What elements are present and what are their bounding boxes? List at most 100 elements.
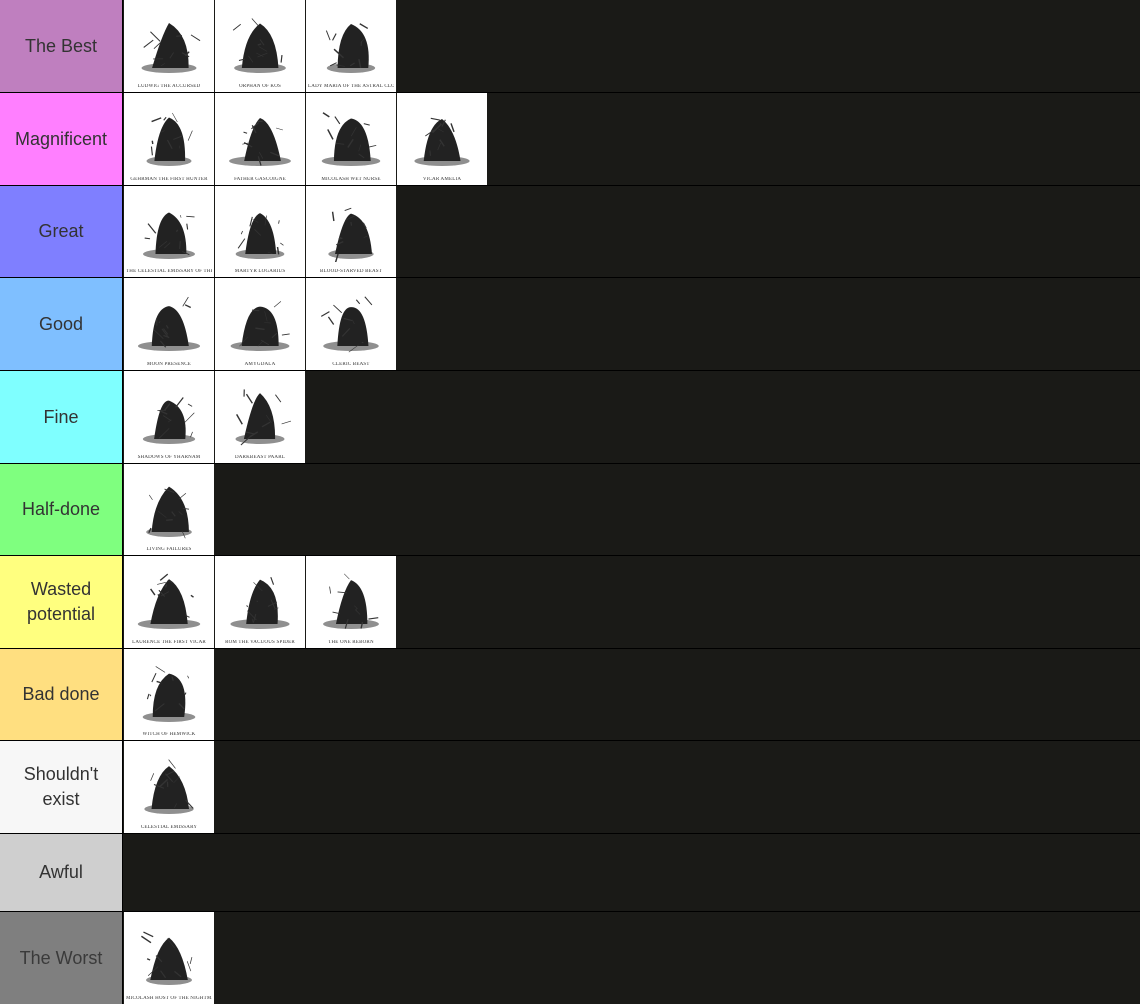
tier-item-card[interactable]: Celestial Emissary <box>124 741 214 833</box>
tier-label[interactable]: The Best <box>0 0 123 92</box>
tier-item-card[interactable]: The Celestial Emissary of the Orphanage <box>124 186 214 277</box>
flaming-beast-icon <box>137 573 201 629</box>
orphan-icon <box>232 18 286 73</box>
tier-row: GreatThe Celestial Emissary of the Orpha… <box>0 186 1140 277</box>
tier-row: Magnificent Gehrman the First Hunter Fathe… <box>0 93 1140 185</box>
item-caption: Lady Maria of the Astral Clocktower <box>308 84 394 89</box>
tier-row: Good Moon Presence Amygdala Cleric Beast <box>0 278 1140 370</box>
tier-item-card[interactable]: Darkbeast Paarl <box>215 371 305 463</box>
tier-item-card[interactable]: Micolash Host of the Nightmare <box>124 912 214 1004</box>
tier-item-card[interactable]: Vicar Amelia <box>397 93 487 185</box>
item-caption: Laurence the First Vicar <box>132 640 206 645</box>
tier-label[interactable]: Magnificent <box>0 93 123 185</box>
tier-item-card[interactable]: Blood-Starved Beast <box>306 186 396 277</box>
tier-row: Wasted potential Laurence the First Vicar… <box>0 556 1140 648</box>
tier-item-card[interactable]: Shadows of Yharnam <box>124 371 214 463</box>
tier-item-card[interactable]: Gehrman the First Hunter <box>124 93 214 185</box>
tier-item-card[interactable]: Witch of Hemwick <box>124 649 214 740</box>
item-caption: Blood-Starved Beast <box>319 269 383 274</box>
item-caption: Martyr Logarius <box>234 269 286 274</box>
item-caption: The Celestial Emissary of the Orphanage <box>126 269 212 274</box>
tier-label[interactable]: The Worst <box>0 912 123 1004</box>
caged-head-figure-icon <box>141 931 193 985</box>
tier-row: Shouldn't exist Celestial Emissary <box>0 741 1140 833</box>
shadow-figures-icon <box>142 666 196 722</box>
spider-icon <box>230 301 290 351</box>
item-caption: Cleric Beast <box>332 362 370 367</box>
tentacle-icon <box>137 296 201 351</box>
tier-items-dropzone[interactable]: Witch of Hemwick <box>123 649 1140 740</box>
winged-creature-icon <box>321 112 381 166</box>
spider-icon <box>143 212 195 259</box>
tier-item-card[interactable]: Living Failures <box>124 464 214 555</box>
tier-label[interactable]: Half-done <box>0 464 123 555</box>
antlered-beast-icon <box>320 296 379 353</box>
hunter-scythe-icon <box>146 112 193 166</box>
hooded-trio-icon <box>142 397 196 444</box>
quadruped-icon <box>235 389 292 446</box>
tier-items-dropzone[interactable]: Moon Presence Amygdala Cleric Beast <box>123 278 1140 370</box>
tier-label[interactable]: Good <box>0 278 123 370</box>
tier-items-dropzone[interactable]: Micolash Host of the Nightmare <box>123 912 1140 1004</box>
robed-figure-icon <box>235 213 285 259</box>
tier-item-card[interactable]: Micolash Wet Nurse <box>306 93 396 185</box>
item-caption: Moon Presence <box>146 362 192 367</box>
tier-label[interactable]: Awful <box>0 834 123 911</box>
tier-item-card[interactable]: Cleric Beast <box>306 278 396 370</box>
tier-board: TiERMAKER The BestLudwig the AccursedOrp… <box>0 0 1140 1004</box>
item-caption: Ludwig the Accursed <box>137 84 201 89</box>
tier-items-dropzone[interactable]: Celestial Emissary <box>123 741 1140 833</box>
item-caption: The One Reborn <box>328 640 374 645</box>
item-caption: Orphan of Kos <box>238 84 282 89</box>
hunter-axe-icon <box>229 118 291 166</box>
beast-icon <box>414 117 470 166</box>
item-caption: Rom the Vacuous Spider <box>225 640 295 645</box>
tier-item-card[interactable]: Lady Maria of the Astral Clocktower <box>306 0 396 92</box>
tier-items-dropzone[interactable] <box>123 834 1140 911</box>
item-caption: Living Failures <box>146 547 192 552</box>
tier-row: Fine Shadows of Yharnam Darkbeast Paarl <box>0 371 1140 463</box>
item-caption: Celestial Emissary <box>140 825 198 830</box>
tier-row: Awful <box>0 834 1140 911</box>
tier-row: Bad done Witch of Hemwick <box>0 649 1140 740</box>
tier-items-dropzone[interactable]: Laurence the First Vicar Rom the Vacuous … <box>123 556 1140 648</box>
item-caption: Father Gascoigne <box>234 177 286 182</box>
item-caption: Amygdala <box>244 362 276 367</box>
item-caption: Darkbeast Paarl <box>234 455 286 460</box>
tier-item-card[interactable]: Martyr Logarius <box>215 186 305 277</box>
item-caption: Micolash Wet Nurse <box>321 177 381 182</box>
pile-icon <box>323 573 379 629</box>
tier-label[interactable]: Great <box>0 186 123 277</box>
throne-icon <box>325 23 376 73</box>
tier-items-dropzone[interactable]: Living Failures <box>123 464 1140 555</box>
tier-item-card[interactable]: The One Reborn <box>306 556 396 648</box>
sun-figure-icon <box>144 759 194 814</box>
beast-rider-icon <box>141 23 201 73</box>
item-caption: Vicar Amelia <box>422 177 462 182</box>
tier-items-dropzone[interactable]: The Celestial Emissary of the Orphanage M… <box>123 186 1140 277</box>
hunched-beast-icon <box>328 207 374 262</box>
tier-item-card[interactable]: Orphan of Kos <box>215 0 305 92</box>
mound-icon <box>146 486 192 539</box>
mound-icon <box>230 577 290 629</box>
tier-items-dropzone[interactable]: Shadows of Yharnam Darkbeast Paarl <box>123 371 1140 463</box>
tier-item-card[interactable]: Ludwig the Accursed <box>124 0 214 92</box>
tier-item-card[interactable]: Rom the Vacuous Spider <box>215 556 305 648</box>
item-caption: Micolash Host of the Nightmare <box>126 996 212 1001</box>
tier-items-dropzone[interactable]: Gehrman the First Hunter Father Gascoigne… <box>123 93 1140 185</box>
tier-label[interactable]: Bad done <box>0 649 123 740</box>
tier-row: The WorstMicolash Host of the Nightmare <box>0 912 1140 1004</box>
item-caption: Witch of Hemwick <box>142 732 196 737</box>
tier-item-card[interactable]: Amygdala <box>215 278 305 370</box>
tier-item-card[interactable]: Father Gascoigne <box>215 93 305 185</box>
tier-item-card[interactable]: Moon Presence <box>124 278 214 370</box>
tier-label[interactable]: Wasted potential <box>0 556 123 648</box>
tier-row: The Best Ludwig the Accursed Orphan of Kos… <box>0 0 1140 92</box>
item-caption: Gehrman the First Hunter <box>130 177 208 182</box>
tier-items-dropzone[interactable]: Ludwig the Accursed Orphan of Kos Lady Mar… <box>123 0 1140 92</box>
tier-label[interactable]: Shouldn't exist <box>0 741 123 833</box>
tier-label[interactable]: Fine <box>0 371 123 463</box>
item-caption: Shadows of Yharnam <box>137 455 201 460</box>
tier-item-card[interactable]: Laurence the First Vicar <box>124 556 214 648</box>
tier-row: Half-done Living Failures <box>0 464 1140 555</box>
